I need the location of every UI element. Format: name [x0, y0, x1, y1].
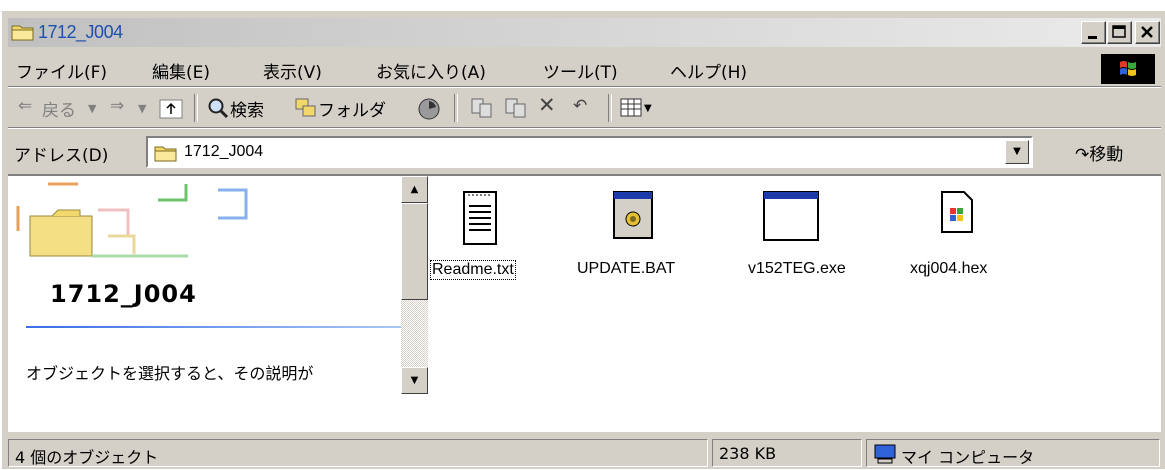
- toolbar-separator: [608, 94, 612, 122]
- close-button[interactable]: [1135, 21, 1160, 44]
- address-bar: アドレス(D) 1712_J004 ▼ ↷移動: [8, 132, 1161, 175]
- forward-arrow-icon[interactable]: ⇒: [110, 96, 124, 116]
- file-name: UPDATE.BAT: [577, 260, 676, 277]
- folder-banner-icon: [16, 182, 248, 258]
- back-button[interactable]: 戻る: [42, 96, 76, 121]
- menu-help[interactable]: ヘルプ(H): [670, 58, 747, 83]
- address-value: 1712_J004: [184, 143, 264, 160]
- toolbar-separator: [454, 94, 458, 122]
- executable-icon: [763, 191, 819, 241]
- pane-description: オブジェクトを選択すると、その説明が: [26, 364, 314, 383]
- history-icon[interactable]: [416, 96, 442, 122]
- folder-icon: [154, 146, 177, 162]
- back-arrow-icon[interactable]: ⇐: [18, 96, 32, 116]
- status-size-panel: 238 KB: [712, 439, 862, 467]
- undo-icon[interactable]: ↶: [573, 96, 587, 116]
- web-view-pane: 1712_J004 オブジェクトを選択すると、その説明が: [8, 176, 401, 395]
- delete-icon[interactable]: ✕: [538, 93, 556, 117]
- minimize-icon: [1088, 36, 1097, 39]
- file-name: xqj004.hex: [910, 260, 988, 277]
- status-zone-panel: マイ コンピュータ: [866, 439, 1160, 467]
- go-label: 移動: [1089, 145, 1124, 165]
- scroll-down-button[interactable]: ▼: [401, 367, 428, 394]
- search-button[interactable]: 検索: [230, 96, 264, 121]
- pane-folder-title: 1712_J004: [50, 280, 197, 308]
- status-bar: 4 個のオブジェクト 238 KB マイ コンピュータ: [2, 435, 1165, 470]
- vertical-scrollbar[interactable]: ▲ ▼: [401, 176, 428, 394]
- menu-file[interactable]: ファイル(F): [16, 58, 107, 83]
- address-dropdown-button[interactable]: ▼: [1005, 140, 1029, 164]
- windows-logo-icon: [1101, 54, 1155, 84]
- scroll-up-button[interactable]: ▲: [401, 176, 428, 203]
- back-dropdown-icon[interactable]: ▼: [88, 102, 96, 115]
- move-to-icon[interactable]: [470, 97, 494, 119]
- menu-edit[interactable]: 編集(E): [152, 58, 210, 83]
- views-dropdown-icon[interactable]: ▼: [644, 103, 652, 114]
- folder-icon: [11, 25, 34, 41]
- file-item[interactable]: xqj004.hex: [870, 176, 1020, 296]
- file-item[interactable]: UPDATE.BAT: [573, 176, 723, 296]
- batch-file-icon: [613, 191, 653, 239]
- pane-divider: [26, 326, 401, 328]
- window-title: 1712_J004: [38, 22, 123, 42]
- menu-bar: ファイル(F) 編集(E) 表示(V) お気に入り(A) ツール(T) ヘルプ(…: [8, 52, 1161, 87]
- folders-button[interactable]: フォルダ: [318, 96, 386, 121]
- minimize-button[interactable]: [1081, 21, 1106, 44]
- file-item[interactable]: v152TEG.exe: [708, 176, 858, 296]
- views-icon[interactable]: [620, 98, 644, 118]
- text-file-icon: [463, 191, 497, 245]
- generic-file-icon: [941, 191, 973, 233]
- my-computer-icon: [874, 444, 896, 464]
- toolbar: ⇐ 戻る ▼ ⇒ ▼ 検索 フォルダ ✕ ↶ ▼: [8, 90, 1161, 128]
- scroll-thumb[interactable]: [401, 203, 428, 300]
- up-folder-icon[interactable]: [158, 96, 184, 120]
- address-label: アドレス(D): [14, 146, 109, 166]
- status-size: 238 KB: [719, 444, 777, 463]
- file-name: Readme.txt: [430, 260, 516, 280]
- copy-to-icon[interactable]: [504, 97, 528, 119]
- menu-tools[interactable]: ツール(T): [543, 58, 618, 83]
- file-name: v152TEG.exe: [748, 260, 846, 277]
- maximize-button[interactable]: [1107, 21, 1132, 44]
- close-icon: [1141, 26, 1153, 38]
- search-icon[interactable]: [206, 96, 230, 120]
- file-item[interactable]: Readme.txt: [426, 176, 576, 296]
- content-area: 1712_J004 オブジェクトを選択すると、その説明が ▲ ▼ Readme.…: [8, 174, 1161, 432]
- status-zone: マイ コンピュータ: [901, 448, 1035, 467]
- maximize-icon: [1112, 25, 1126, 38]
- go-arrow-icon: ↷: [1075, 145, 1090, 165]
- status-object-count: 4 個のオブジェクト: [15, 448, 159, 467]
- address-field[interactable]: 1712_J004 ▼: [146, 136, 1033, 168]
- forward-dropdown-icon[interactable]: ▼: [138, 102, 146, 115]
- folders-icon[interactable]: [294, 96, 318, 120]
- menu-view[interactable]: 表示(V): [263, 58, 322, 83]
- explorer-window: 1712_J004 ファイル(F) 編集(E) 表示(V) お気に入り(A) ツ…: [0, 11, 1165, 469]
- status-objects-panel: 4 個のオブジェクト: [8, 439, 708, 467]
- go-button[interactable]: ↷移動: [1075, 140, 1123, 165]
- title-bar[interactable]: 1712_J004: [8, 18, 1161, 47]
- menu-favorites[interactable]: お気に入り(A): [376, 58, 486, 83]
- toolbar-separator: [194, 94, 198, 122]
